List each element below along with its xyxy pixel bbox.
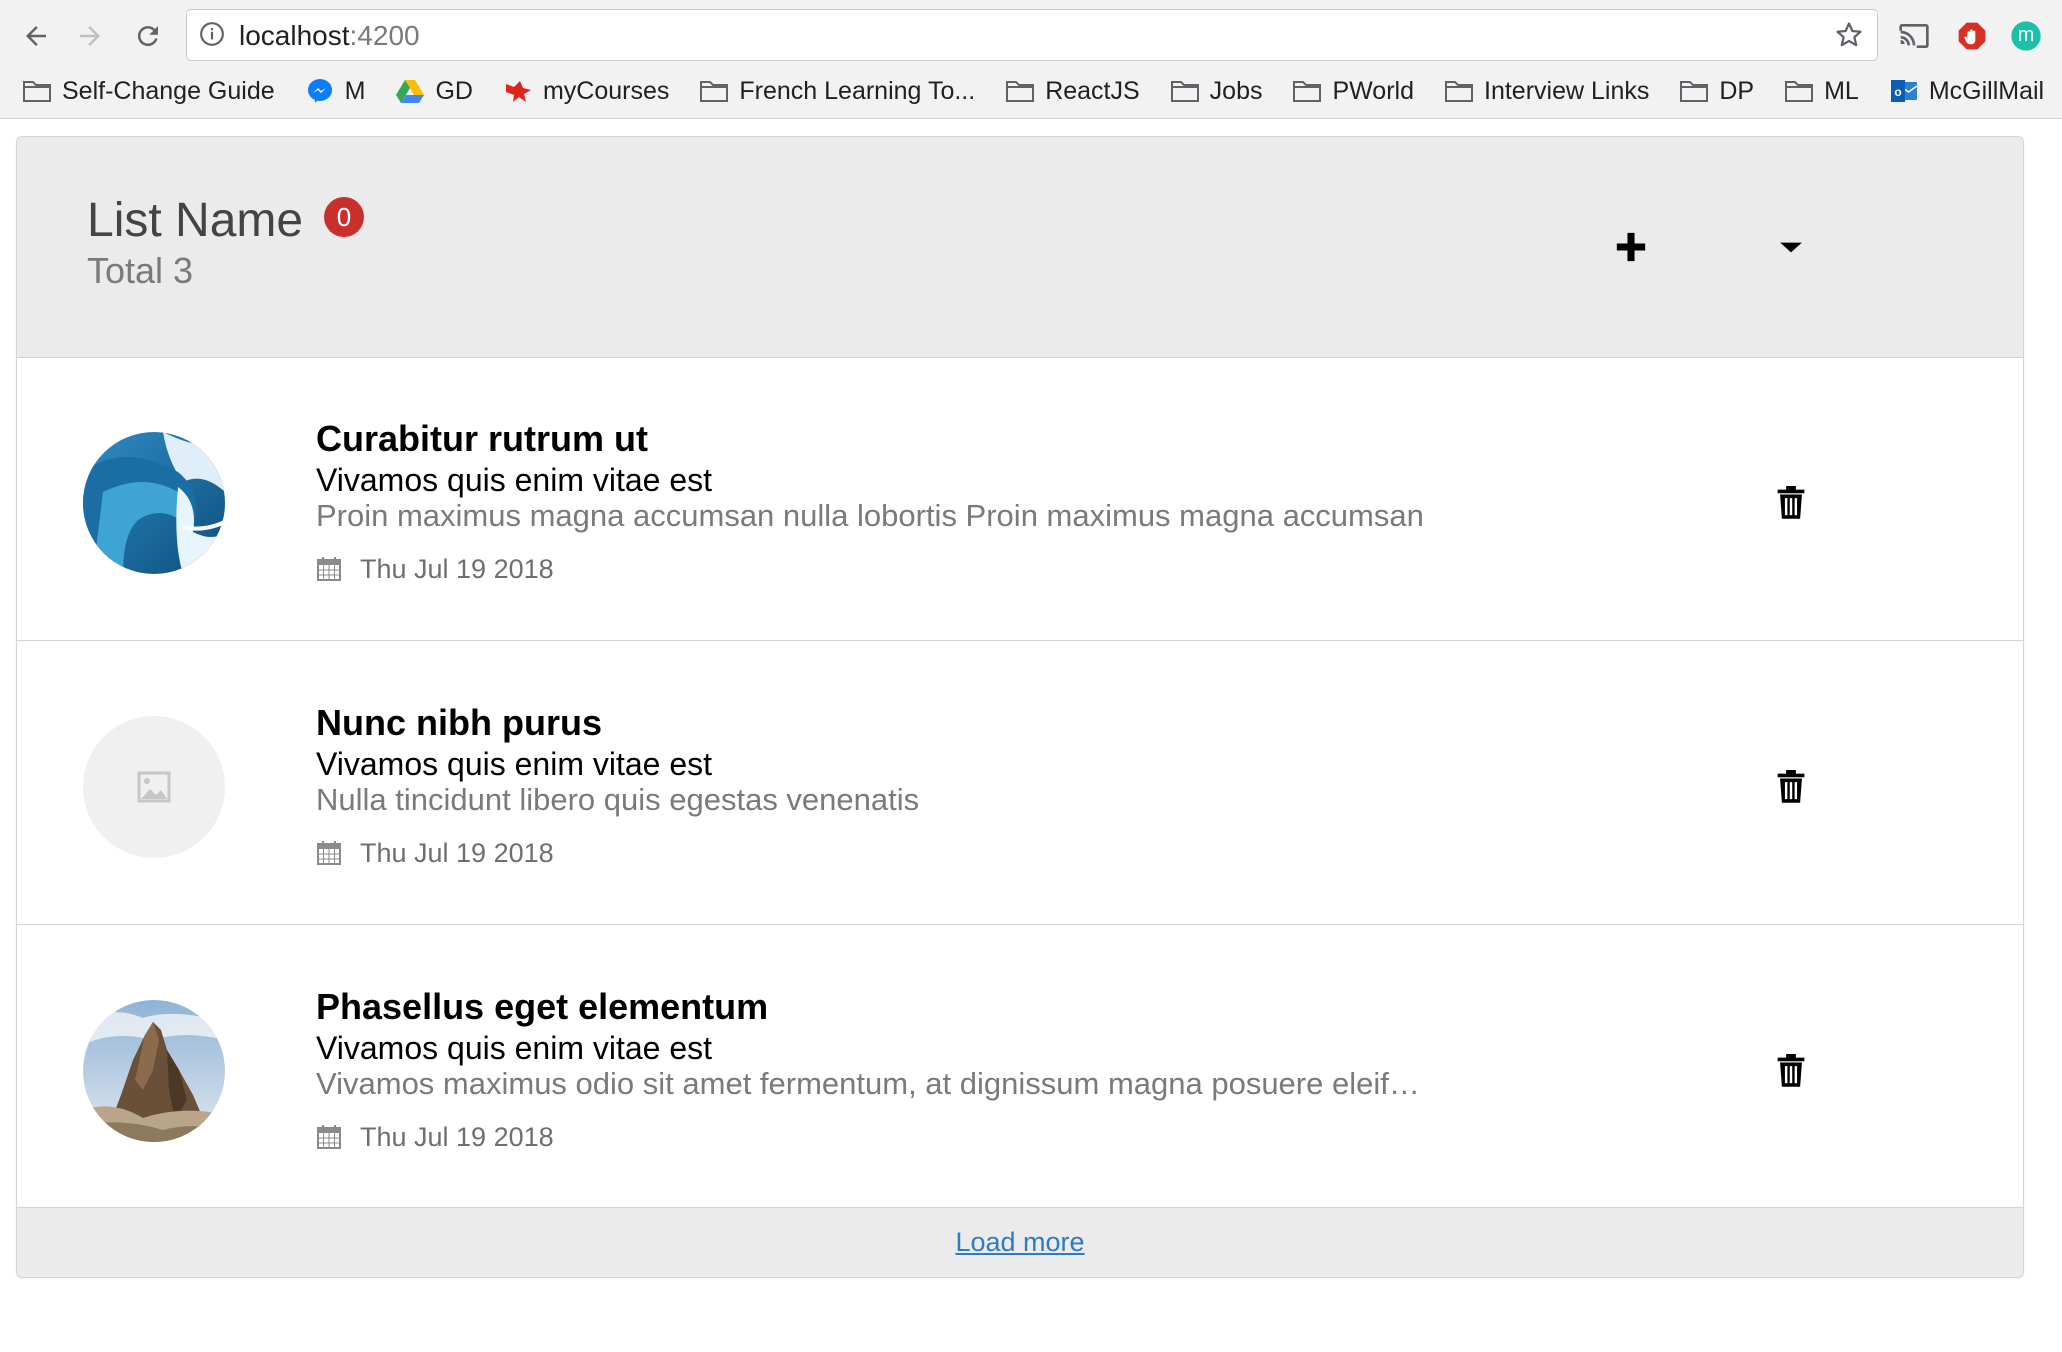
item-title[interactable]: Nunc nibh purus — [316, 701, 602, 745]
item-subtitle: Vivamos quis enim vitae est — [316, 746, 713, 782]
item-date: Thu Jul 19 2018 — [316, 1121, 554, 1153]
url-host: localhost — [239, 20, 350, 51]
bookmark-label: French Learning To... — [739, 76, 976, 105]
folder-icon — [1292, 78, 1322, 104]
item-date-text: Thu Jul 19 2018 — [360, 554, 554, 584]
folder-icon — [1444, 78, 1474, 104]
adblock-icon[interactable] — [1954, 18, 1990, 54]
folder-icon — [1679, 78, 1709, 104]
item-thumbnail-placeholder — [83, 716, 225, 858]
caret-down-icon — [1780, 242, 1802, 253]
plus-icon — [1616, 232, 1646, 262]
delete-item-button[interactable] — [1771, 767, 1811, 807]
calendar-icon — [316, 556, 342, 582]
google-drive-icon — [395, 78, 425, 104]
list-header: List Name 0 Total 3 — [17, 137, 2023, 358]
item-thumbnail-mountain — [83, 1000, 225, 1142]
item-subtitle: Vivamos quis enim vitae est — [316, 1030, 713, 1066]
address-bar[interactable]: localhost:4200 — [186, 9, 1878, 61]
list-total: Total 3 — [87, 250, 194, 291]
profile-avatar[interactable]: m — [2008, 18, 2044, 54]
bookmark-item[interactable]: myCourses — [503, 77, 669, 106]
outlook-icon: o — [1889, 78, 1919, 104]
url-text[interactable]: localhost:4200 — [239, 21, 420, 51]
list-dropdown-button[interactable] — [1769, 225, 1813, 269]
calendar-icon — [316, 1124, 342, 1150]
list-item: Phasellus eget elementum Vivamos quis en… — [17, 925, 2023, 1209]
back-button[interactable] — [16, 16, 56, 56]
item-description: Nulla tincidunt libero quis egestas vene… — [316, 782, 920, 817]
arrow-left-icon — [26, 26, 46, 46]
bookmark-label: ML — [1824, 76, 1859, 105]
item-date-text: Thu Jul 19 2018 — [360, 1122, 554, 1152]
count-badge: 0 — [324, 197, 364, 237]
item-title[interactable]: Curabitur rutrum ut — [316, 417, 648, 461]
load-more-link[interactable]: Load more — [955, 1227, 1084, 1258]
list-item: Nunc nibh purus Vivamos quis enim vitae … — [17, 641, 2023, 925]
list-item: Curabitur rutrum ut Vivamos quis enim vi… — [17, 357, 2023, 641]
bookmark-label: M — [344, 76, 366, 105]
bookmark-item[interactable]: ReactJS — [1005, 76, 1140, 106]
bookmark-label: Jobs — [1209, 76, 1263, 105]
profile-initial: m — [2017, 24, 2035, 46]
bookmark-label: PWorld — [1332, 76, 1414, 105]
bookmark-item[interactable]: o McGillMail — [1889, 77, 2044, 106]
folder-icon — [1005, 78, 1035, 104]
bookmark-item[interactable]: Jobs — [1170, 76, 1263, 106]
bookmark-item[interactable]: GD — [395, 77, 473, 106]
bookmark-item[interactable]: Self-Change Guide — [22, 77, 275, 106]
item-description: Vivamos maximus odio sit amet fermentum,… — [316, 1066, 1436, 1101]
arrow-right-icon — [80, 26, 100, 46]
bookmark-item[interactable]: French Learning To... — [699, 77, 975, 106]
trash-icon — [1777, 770, 1805, 803]
folder-icon — [1170, 78, 1200, 104]
svg-text:o: o — [1894, 85, 1901, 99]
item-date-text: Thu Jul 19 2018 — [360, 838, 554, 868]
browser-toolbar: localhost:4200 m Self-Change Guide M GD … — [0, 0, 2062, 119]
item-thumbnail-wave — [83, 432, 225, 574]
info-icon[interactable] — [199, 21, 225, 47]
bookmark-star-icon[interactable] — [1833, 19, 1865, 51]
item-subtitle: Vivamos quis enim vitae est — [316, 462, 713, 498]
url-port: :4200 — [349, 20, 420, 51]
bookmark-item[interactable]: DP — [1679, 77, 1754, 106]
messenger-icon — [305, 78, 335, 104]
add-item-button[interactable] — [1609, 225, 1653, 269]
bookmark-label: DP — [1719, 76, 1755, 105]
bookmark-label: Interview Links — [1484, 76, 1650, 105]
reload-button[interactable] — [128, 16, 168, 56]
list-title: List Name — [87, 194, 304, 247]
list-card: List Name 0 Total 3 Curabitur rutrum ut … — [16, 136, 2024, 1278]
bookmark-item[interactable]: PWorld — [1292, 77, 1414, 106]
calendar-icon — [316, 840, 342, 866]
folder-icon — [699, 78, 729, 104]
item-date: Thu Jul 19 2018 — [316, 837, 554, 869]
item-title[interactable]: Phasellus eget elementum — [316, 985, 768, 1029]
mycourses-icon — [503, 78, 533, 104]
bookmark-label: myCourses — [542, 76, 670, 105]
list-footer: Load more — [17, 1207, 2023, 1277]
item-description: Proin maximus magna accumsan nulla lobor… — [316, 498, 1424, 533]
bookmark-item[interactable]: ML — [1784, 77, 1859, 106]
bookmark-label: GD — [435, 76, 473, 105]
item-date: Thu Jul 19 2018 — [316, 553, 554, 585]
bookmark-label: McGillMail — [1928, 76, 2045, 105]
bookmark-item[interactable]: M — [305, 76, 366, 106]
reload-icon — [137, 26, 158, 47]
trash-icon — [1777, 486, 1805, 519]
bookmark-label: Self-Change Guide — [62, 76, 275, 105]
delete-item-button[interactable] — [1771, 1051, 1811, 1091]
folder-icon — [22, 78, 52, 104]
folder-icon — [1784, 78, 1814, 104]
bookmark-label: ReactJS — [1045, 76, 1140, 105]
bookmarks-bar: Self-Change Guide M GD myCourses French … — [0, 70, 2062, 112]
delete-item-button[interactable] — [1771, 483, 1811, 523]
cast-icon[interactable] — [1896, 18, 1932, 54]
bookmark-item[interactable]: Interview Links — [1444, 77, 1649, 106]
forward-button[interactable] — [70, 16, 110, 56]
trash-icon — [1777, 1054, 1805, 1087]
